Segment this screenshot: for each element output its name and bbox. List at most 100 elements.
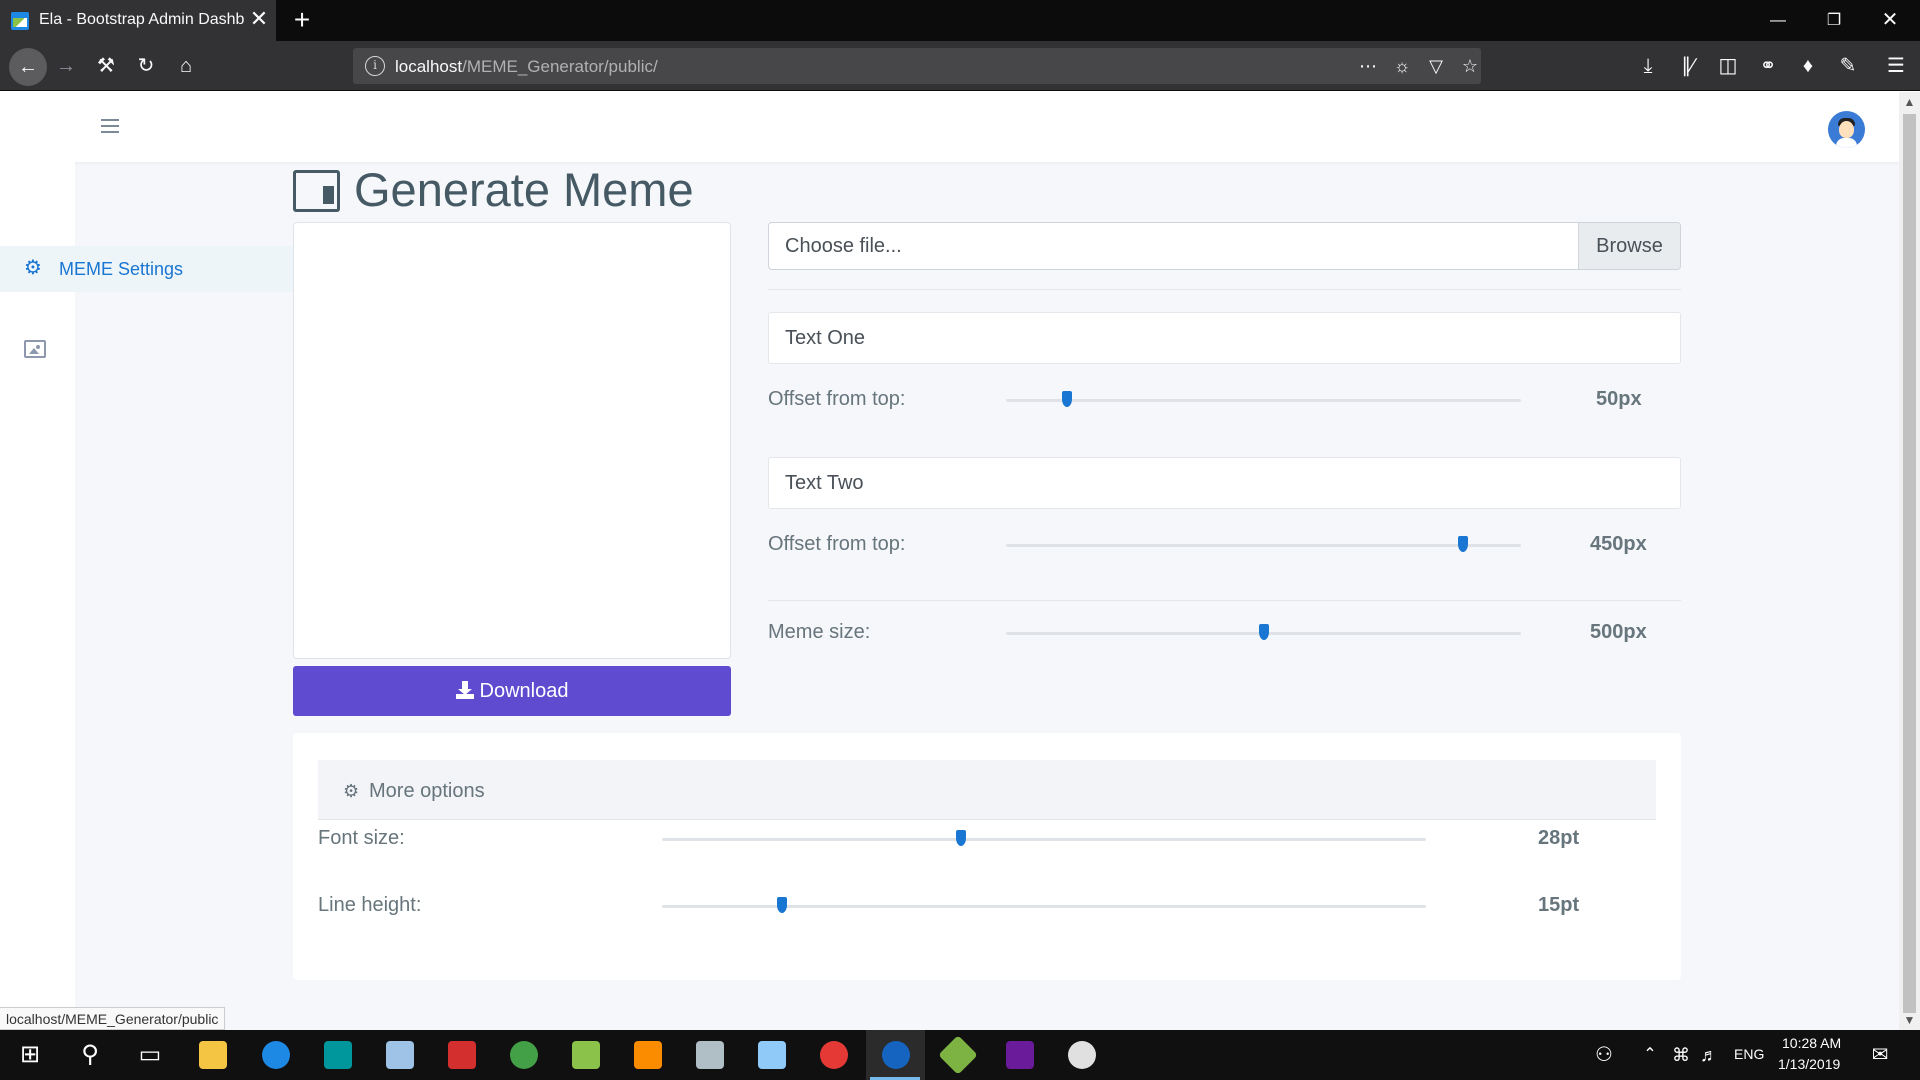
- firefox-icon[interactable]: [882, 1041, 910, 1069]
- close-tab-icon[interactable]: ✕: [248, 8, 270, 30]
- text-two-offset-slider-thumb[interactable]: [1458, 536, 1468, 552]
- extension-icon[interactable]: ♦: [1792, 50, 1824, 82]
- maps-icon[interactable]: [262, 1041, 290, 1069]
- chrome-icon[interactable]: [820, 1041, 848, 1069]
- winrar-icon[interactable]: [1006, 1041, 1034, 1069]
- paint-app-icon[interactable]: [1068, 1041, 1096, 1069]
- text-one-offset-row: Offset from top: 50px: [768, 385, 1681, 415]
- windows-taskbar: ⊞ ⚲ ▭ ⚇ ⌃ ⌘ ♬ ENG 10:28 AM 1/13/2019 ✉: [0, 1030, 1920, 1080]
- text-two-input[interactable]: Text Two: [768, 457, 1681, 509]
- close-window-button[interactable]: ✕: [1862, 0, 1918, 41]
- page-viewport: ⚙ MEME Settings Generate Meme Download C…: [0, 92, 1899, 1030]
- restore-window-button[interactable]: ❐: [1806, 0, 1862, 41]
- sidebar-toggle-icon[interactable]: ◫: [1712, 50, 1744, 82]
- image-icon[interactable]: [24, 340, 46, 358]
- language-indicator[interactable]: ENG: [1734, 1046, 1764, 1062]
- clock-date[interactable]: 1/13/2019: [1778, 1056, 1840, 1072]
- sidebar-item-meme-settings[interactable]: ⚙ MEME Settings: [0, 246, 318, 292]
- download-icon: [455, 681, 474, 699]
- file-explorer-icon[interactable]: [199, 1041, 227, 1069]
- minimize-window-button[interactable]: —: [1750, 0, 1806, 41]
- lightbulb-icon[interactable]: ☼: [1388, 52, 1416, 80]
- text-two-offset-row: Offset from top: 450px: [768, 530, 1681, 560]
- people-icon[interactable]: ⚇: [1588, 1039, 1620, 1071]
- task-view-icon[interactable]: ▭: [134, 1039, 166, 1071]
- text-two-offset-label: Offset from top:: [768, 533, 906, 555]
- virtualbox-icon[interactable]: [758, 1041, 786, 1069]
- arduino-icon[interactable]: [324, 1041, 352, 1069]
- printer-app-icon[interactable]: [696, 1041, 724, 1069]
- reload-button[interactable]: ↻: [130, 50, 162, 82]
- file-icon: [293, 170, 340, 212]
- notifications-icon[interactable]: ✉: [1864, 1039, 1896, 1071]
- divider: [768, 289, 1681, 290]
- app-topbar: [0, 92, 1899, 162]
- pen-icon[interactable]: ✎: [1832, 50, 1864, 82]
- bookmark-star-icon[interactable]: ☆: [1456, 52, 1484, 80]
- browse-button[interactable]: Browse: [1578, 223, 1680, 269]
- git-app-icon[interactable]: [938, 1035, 978, 1075]
- download-button[interactable]: Download: [293, 666, 731, 716]
- site-info-icon[interactable]: i: [365, 56, 385, 76]
- wrench-icon[interactable]: ⚒: [90, 50, 122, 82]
- scroll-down-icon[interactable]: ▼: [1899, 1010, 1920, 1030]
- meme-size-label: Meme size:: [768, 621, 871, 643]
- notepad-app-icon[interactable]: [386, 1041, 414, 1069]
- sync-icon[interactable]: ⚭: [1752, 50, 1784, 82]
- hamburger-menu-icon[interactable]: [101, 119, 119, 133]
- tab-title: Ela - Bootstrap Admin Dashboard: [39, 11, 244, 28]
- new-tab-button[interactable]: +: [287, 6, 317, 36]
- choose-file-input[interactable]: Choose file... Browse: [768, 222, 1681, 270]
- image-editor-icon[interactable]: [572, 1041, 600, 1069]
- text-one-placeholder: Text One: [785, 327, 866, 349]
- url-text[interactable]: localhost/MEME_Generator/public/: [395, 57, 658, 77]
- menu-icon[interactable]: ☰: [1880, 50, 1912, 82]
- divider: [768, 600, 1681, 601]
- more-options-title: More options: [369, 780, 485, 802]
- browser-status-url: localhost/MEME_Generator/public: [0, 1007, 226, 1030]
- back-button[interactable]: ←: [9, 48, 47, 86]
- text-one-offset-slider-thumb[interactable]: [1062, 391, 1072, 407]
- library-icon[interactable]: ∥∕: [1672, 50, 1704, 82]
- cogs-icon: ⚙: [343, 781, 360, 801]
- line-height-row: Line height: 15pt: [318, 891, 1656, 921]
- pocket-icon[interactable]: ▽: [1422, 52, 1450, 80]
- browser-toolbar: ← → ⚒ ↻ ⌂ i localhost/MEME_Generator/pub…: [0, 41, 1920, 91]
- file-input-placeholder: Choose file...: [785, 235, 902, 257]
- scrollbar-thumb[interactable]: [1903, 114, 1916, 1013]
- forward-button[interactable]: →: [50, 50, 82, 82]
- page-actions-icon[interactable]: ⋯: [1354, 52, 1382, 80]
- font-size-slider[interactable]: [662, 838, 1426, 841]
- xampp-icon[interactable]: [634, 1041, 662, 1069]
- page-scrollbar[interactable]: ▲ ▼: [1899, 92, 1920, 1030]
- user-avatar[interactable]: [1828, 111, 1865, 148]
- home-button[interactable]: ⌂: [170, 50, 202, 82]
- text-one-offset-label: Offset from top:: [768, 388, 906, 410]
- downloads-icon[interactable]: ⤓: [1632, 50, 1664, 82]
- font-size-value: 28pt: [1538, 827, 1580, 849]
- site-favicon-icon: [11, 12, 29, 30]
- volume-icon[interactable]: ♬: [1693, 1039, 1725, 1071]
- tray-chevron-icon[interactable]: ⌃: [1634, 1039, 1666, 1071]
- font-size-slider-thumb[interactable]: [956, 830, 966, 846]
- more-options-header[interactable]: ⚙ More options: [318, 760, 1656, 820]
- browser-app-icon[interactable]: [510, 1041, 538, 1069]
- text-one-input[interactable]: Text One: [768, 312, 1681, 364]
- text-one-offset-slider[interactable]: [1006, 399, 1521, 402]
- search-icon[interactable]: ⚲: [74, 1039, 106, 1071]
- clock-time[interactable]: 10:28 AM: [1782, 1035, 1841, 1051]
- scroll-up-icon[interactable]: ▲: [1899, 92, 1920, 112]
- windows-start-icon[interactable]: ⊞: [14, 1039, 46, 1071]
- font-size-row: Font size: 28pt: [318, 824, 1656, 854]
- text-two-offset-slider[interactable]: [1006, 544, 1521, 547]
- more-options-card: ⚙ More options Font size: 28pt Line heig…: [293, 733, 1681, 980]
- acrobat-icon[interactable]: [448, 1041, 476, 1069]
- meme-size-row: Meme size: 500px: [768, 618, 1681, 648]
- line-height-slider-thumb[interactable]: [777, 897, 787, 913]
- meme-size-slider-thumb[interactable]: [1259, 624, 1269, 640]
- address-bar[interactable]: i localhost/MEME_Generator/public/ ⋯ ☼ ▽…: [353, 48, 1481, 84]
- gear-icon: ⚙: [24, 257, 42, 279]
- browser-tab[interactable]: Ela - Bootstrap Admin Dashboard ✕: [0, 0, 276, 41]
- text-two-offset-value: 450px: [1590, 533, 1647, 555]
- font-size-label: Font size:: [318, 827, 405, 849]
